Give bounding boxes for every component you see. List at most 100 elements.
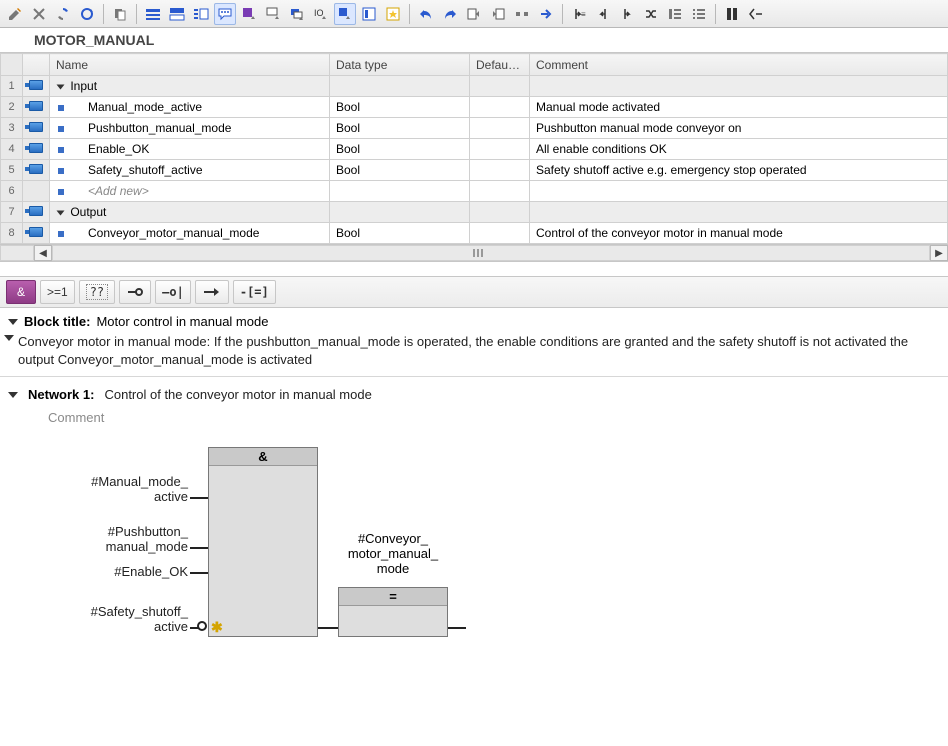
iface-row[interactable]: 3Pushbutton_manual_modeBoolPushbutton ma…: [1, 118, 948, 139]
insert-star-icon[interactable]: ✱: [211, 619, 223, 636]
tb-view2-icon[interactable]: [166, 3, 188, 25]
fbd-branch-button[interactable]: -[=]: [233, 280, 276, 304]
row-name[interactable]: Manual_mode_active: [50, 97, 330, 118]
tb-favorite-icon[interactable]: [382, 3, 404, 25]
tb-goto-left-icon[interactable]: [463, 3, 485, 25]
tb-arrow-right-icon[interactable]: [535, 3, 557, 25]
row-dtype[interactable]: Bool: [330, 160, 470, 181]
comment-collapse-icon[interactable]: [4, 335, 14, 341]
hdr-dtype[interactable]: Data type: [330, 54, 470, 76]
row-default[interactable]: [470, 76, 530, 97]
tb-expand-icon[interactable]: [745, 3, 767, 25]
tb-bracket-in-icon[interactable]: ≡: [568, 3, 590, 25]
tb-copy-icon[interactable]: [109, 3, 131, 25]
iface-row[interactable]: 5Safety_shutoff_activeBoolSafety shutoff…: [1, 160, 948, 181]
row-name[interactable]: Input: [50, 76, 330, 97]
row-dtype[interactable]: [330, 181, 470, 202]
block-comment[interactable]: Conveyor motor in manual mode: If the pu…: [0, 331, 948, 377]
tb-redo-icon[interactable]: [439, 3, 461, 25]
tb-nav-right-icon[interactable]: [616, 3, 638, 25]
iface-hscroll[interactable]: ◀ ▶: [0, 244, 948, 262]
row-name[interactable]: Output: [50, 202, 330, 223]
row-default[interactable]: [470, 181, 530, 202]
row-default[interactable]: [470, 118, 530, 139]
fbd-jump-button[interactable]: [195, 280, 229, 304]
and-block[interactable]: &: [208, 447, 318, 637]
tb-align-icon[interactable]: [358, 3, 380, 25]
tb-goto-right-icon[interactable]: [487, 3, 509, 25]
row-name[interactable]: Enable_OK: [50, 139, 330, 160]
tb-export-down-icon[interactable]: [334, 3, 356, 25]
row-comment[interactable]: Safety shutoff active e.g. emergency sto…: [530, 160, 948, 181]
row-comment[interactable]: [530, 202, 948, 223]
network-title[interactable]: Control of the conveyor motor in manual …: [104, 387, 371, 402]
row-pin-icon: [23, 223, 50, 244]
row-name[interactable]: Safety_shutoff_active: [50, 160, 330, 181]
tb-nav-left-icon[interactable]: [592, 3, 614, 25]
row-comment[interactable]: Manual mode activated: [530, 97, 948, 118]
row-name[interactable]: Pushbutton_manual_mode: [50, 118, 330, 139]
tb-offset-down-icon[interactable]: [286, 3, 308, 25]
network-collapse-icon[interactable]: [8, 392, 18, 398]
row-name[interactable]: Conveyor_motor_manual_mode: [50, 223, 330, 244]
fbd-or-button[interactable]: >=1: [40, 280, 75, 304]
row-default[interactable]: [470, 202, 530, 223]
tb-comment-icon[interactable]: [214, 3, 236, 25]
tb-view3-icon[interactable]: [190, 3, 212, 25]
tb-settings-down-icon[interactable]: [238, 3, 260, 25]
hscroll-track[interactable]: [52, 245, 930, 261]
tb-shuffle-icon[interactable]: [640, 3, 662, 25]
row-name[interactable]: <Add new>: [50, 181, 330, 202]
hscroll-left-icon[interactable]: ◀: [34, 245, 52, 261]
fbd-reset-button[interactable]: –o|: [155, 280, 191, 304]
hscroll-right-icon[interactable]: ▶: [930, 245, 948, 261]
row-dtype[interactable]: [330, 76, 470, 97]
negation-icon[interactable]: [197, 621, 207, 631]
row-dtype[interactable]: Bool: [330, 223, 470, 244]
tb-dash-icon[interactable]: [511, 3, 533, 25]
tb-list1-icon[interactable]: [664, 3, 686, 25]
row-dtype[interactable]: Bool: [330, 97, 470, 118]
tb-view1-icon[interactable]: [142, 3, 164, 25]
fbd-empty-button[interactable]: ??: [79, 280, 115, 304]
row-comment[interactable]: Control of the conveyor motor in manual …: [530, 223, 948, 244]
tb-edit-icon[interactable]: [4, 3, 26, 25]
row-dtype[interactable]: Bool: [330, 139, 470, 160]
assign-block[interactable]: =: [338, 587, 448, 637]
tb-refresh-icon[interactable]: [76, 3, 98, 25]
row-comment[interactable]: [530, 76, 948, 97]
row-default[interactable]: [470, 97, 530, 118]
row-dtype[interactable]: Bool: [330, 118, 470, 139]
network-comment[interactable]: Comment: [8, 402, 940, 437]
row-comment[interactable]: Pushbutton manual mode conveyor on: [530, 118, 948, 139]
hdr-default[interactable]: Defau…: [470, 54, 530, 76]
iface-row[interactable]: 8Conveyor_motor_manual_modeBoolControl o…: [1, 223, 948, 244]
tb-monitor-down-icon[interactable]: [262, 3, 284, 25]
fbd-not-button[interactable]: [119, 280, 151, 304]
tb-columns-icon[interactable]: [721, 3, 743, 25]
fbd-and-button[interactable]: &: [6, 280, 36, 304]
fbd-diagram[interactable]: & = #Conveyor_motor_manual_mode #Manual_…: [18, 437, 940, 667]
tb-sync-icon[interactable]: [52, 3, 74, 25]
iface-row[interactable]: 6<Add new>: [1, 181, 948, 202]
row-comment[interactable]: All enable conditions OK: [530, 139, 948, 160]
tb-io-down-icon[interactable]: IO: [310, 3, 332, 25]
tb-delete-icon[interactable]: [28, 3, 50, 25]
iface-row[interactable]: 2Manual_mode_activeBoolManual mode activ…: [1, 97, 948, 118]
row-default[interactable]: [470, 160, 530, 181]
row-default[interactable]: [470, 223, 530, 244]
iface-row[interactable]: 1 Input: [1, 76, 948, 97]
network-header[interactable]: Network 1: Control of the conveyor motor…: [8, 387, 940, 402]
hdr-name[interactable]: Name: [50, 54, 330, 76]
collapse-icon[interactable]: [8, 319, 18, 325]
row-dtype[interactable]: [330, 202, 470, 223]
iface-row[interactable]: 4Enable_OKBoolAll enable conditions OK: [1, 139, 948, 160]
tb-undo-icon[interactable]: [415, 3, 437, 25]
block-title-row[interactable]: Block title: Motor control in manual mod…: [0, 308, 948, 331]
iface-row[interactable]: 7 Output: [1, 202, 948, 223]
hdr-comment[interactable]: Comment: [530, 54, 948, 76]
block-title-text[interactable]: Motor control in manual mode: [96, 314, 268, 329]
tb-list2-icon[interactable]: [688, 3, 710, 25]
row-default[interactable]: [470, 139, 530, 160]
row-comment[interactable]: [530, 181, 948, 202]
